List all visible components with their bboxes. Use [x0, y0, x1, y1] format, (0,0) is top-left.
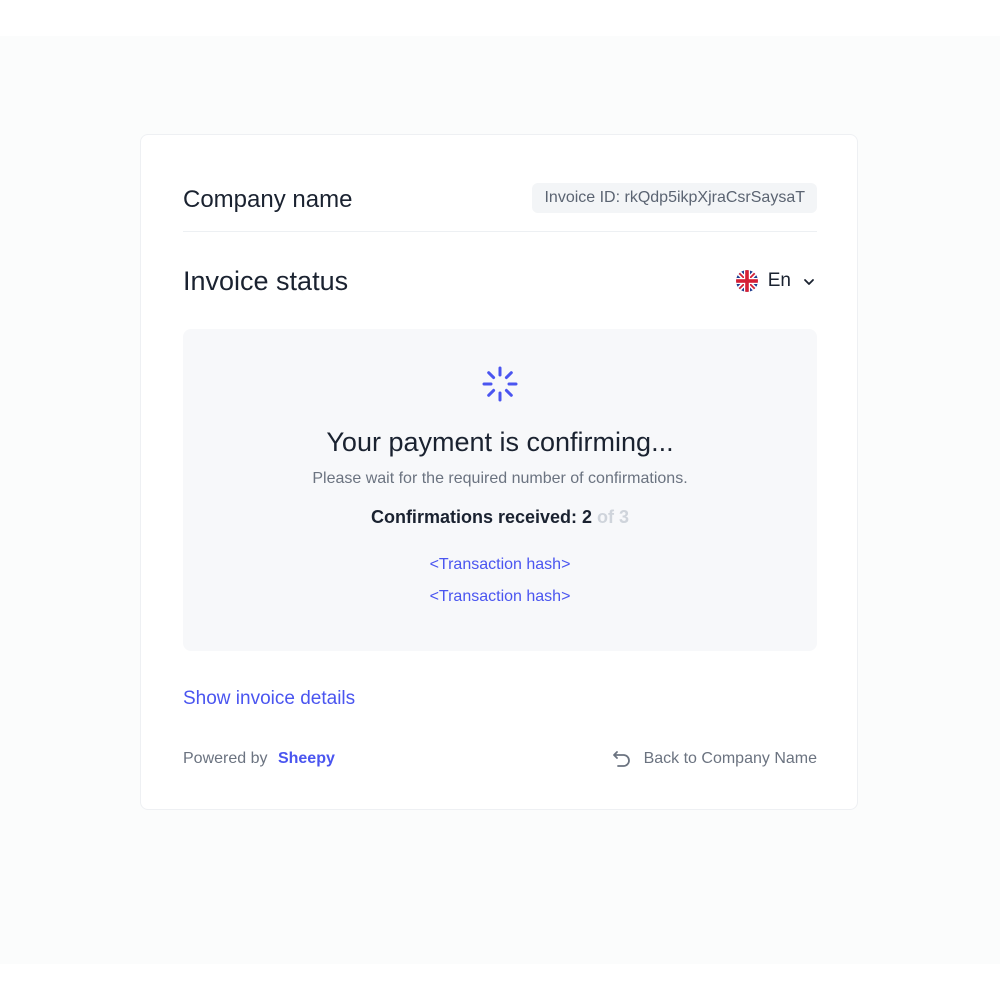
card-header: Company name Invoice ID: rkQdp5ikpXjraCs… [183, 179, 817, 219]
confirming-title: Your payment is confirming... [326, 427, 674, 457]
spinner-icon [481, 365, 519, 403]
company-name: Company name [183, 186, 353, 213]
confirmations-counter: Confirmations received: 2 of 3 [183, 505, 817, 529]
back-label: Back to Company Name [643, 750, 817, 767]
language-selector[interactable]: En [735, 267, 815, 295]
back-to-company-link[interactable]: Back to Company Name [612, 747, 817, 771]
powered-by-label: Powered by [183, 750, 268, 767]
chevron-down-icon [803, 275, 815, 287]
transaction-hash-link[interactable]: <Transaction hash> [183, 555, 817, 575]
transaction-hash-link[interactable]: <Transaction hash> [183, 587, 817, 607]
confirmations-received-label: Confirmations received: 2 [370, 507, 593, 527]
language-label: En [767, 270, 791, 291]
confirmations-total-label: of 3 [597, 507, 630, 527]
invoice-status-title: Invoice status [183, 266, 349, 296]
confirming-subtitle: Please wait for the required number of c… [312, 470, 688, 487]
show-invoice-details-link[interactable]: Show invoice details [183, 687, 355, 711]
undo-arrow-icon [612, 749, 632, 769]
powered-by: Powered by Sheepy [183, 747, 335, 771]
payment-status-panel: Your payment is confirming... Please wai… [183, 329, 817, 651]
header-divider [183, 231, 817, 232]
invoice-card: Company name Invoice ID: rkQdp5ikpXjraCs… [140, 134, 858, 810]
card-footer: Powered by Sheepy Back to Company Name [183, 747, 817, 771]
uk-flag-icon [735, 270, 758, 292]
brand-link[interactable]: Sheepy [278, 750, 335, 767]
invoice-id-badge: Invoice ID: rkQdp5ikpXjraCsrSaysaT [532, 183, 817, 213]
